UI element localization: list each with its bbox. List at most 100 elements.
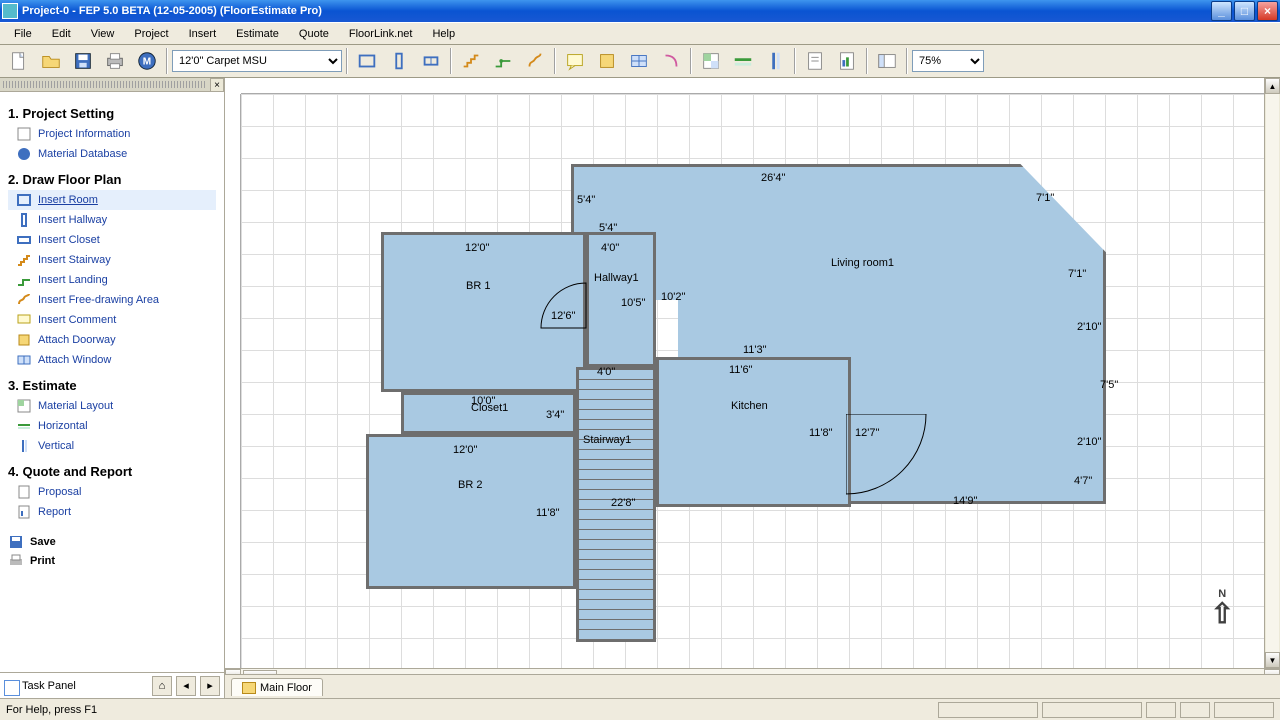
dim-264: 26'4" bbox=[761, 172, 785, 184]
item-insert-freedraw[interactable]: Insert Free-drawing Area bbox=[8, 290, 216, 310]
task-panel-footer: Task Panel ⌂ ◂ ▸ bbox=[0, 672, 224, 698]
floor-tab-main[interactable]: Main Floor bbox=[231, 678, 323, 696]
new-button[interactable] bbox=[4, 47, 34, 75]
app-icon bbox=[2, 3, 18, 19]
dim-113: 11'3" bbox=[743, 344, 767, 356]
material-select[interactable]: 12'0" Carpet MSU bbox=[172, 50, 342, 72]
dim-71b: 7'1" bbox=[1068, 268, 1086, 280]
material-layout-button[interactable] bbox=[696, 47, 726, 75]
dim-105: 10'5" bbox=[621, 297, 645, 309]
task-panel-back[interactable]: ◂ bbox=[176, 676, 196, 696]
dim-210a: 2'10" bbox=[1077, 321, 1101, 333]
status-text: For Help, press F1 bbox=[6, 704, 97, 716]
item-save[interactable]: Save bbox=[8, 534, 216, 550]
item-proposal[interactable]: Proposal bbox=[8, 482, 216, 502]
item-insert-hallway[interactable]: Insert Hallway bbox=[8, 210, 216, 230]
toolbar: M 12'0" Carpet MSU 75% bbox=[0, 44, 1280, 78]
task-panel-home[interactable]: ⌂ bbox=[152, 676, 172, 696]
dim-126: 12'6" bbox=[551, 310, 575, 322]
item-material-database[interactable]: Material Database bbox=[8, 144, 216, 164]
vertical-scrollbar[interactable]: ▲ ▼ bbox=[1264, 78, 1280, 668]
task-panel-close[interactable]: × bbox=[210, 78, 224, 92]
item-print[interactable]: Print bbox=[8, 553, 216, 569]
window-tool-button[interactable] bbox=[624, 47, 654, 75]
dim-118b: 11'8" bbox=[536, 507, 560, 519]
minimize-button[interactable]: _ bbox=[1211, 1, 1232, 21]
item-insert-closet[interactable]: Insert Closet bbox=[8, 230, 216, 250]
dim-54b: 5'4" bbox=[599, 222, 617, 234]
attach-opening-button[interactable] bbox=[656, 47, 686, 75]
item-project-information[interactable]: Project Information bbox=[8, 124, 216, 144]
report-button[interactable] bbox=[832, 47, 862, 75]
dim-127: 12'7" bbox=[855, 427, 879, 439]
menu-project[interactable]: Project bbox=[124, 25, 178, 43]
landing-tool-button[interactable] bbox=[488, 47, 518, 75]
zoom-select[interactable]: 75% bbox=[912, 50, 984, 72]
dim-120b: 12'0" bbox=[453, 444, 477, 456]
hallway-tool-button[interactable] bbox=[384, 47, 414, 75]
comment-tool-button[interactable] bbox=[560, 47, 590, 75]
item-insert-landing[interactable]: Insert Landing bbox=[8, 270, 216, 290]
drawing-area[interactable]: Living room1 Hallway1 BR 1 Closet1 Stair… bbox=[225, 78, 1280, 698]
group-quote-report: 4. Quote and Report bbox=[8, 464, 216, 479]
dim-100: 10'0" bbox=[471, 395, 495, 407]
menubar: File Edit View Project Insert Estimate Q… bbox=[0, 22, 1280, 44]
ruler-horizontal bbox=[241, 78, 1264, 94]
door-br1[interactable] bbox=[536, 278, 591, 333]
item-insert-stairway[interactable]: Insert Stairway bbox=[8, 250, 216, 270]
svg-text:M: M bbox=[143, 57, 151, 68]
close-button[interactable]: × bbox=[1257, 1, 1278, 21]
proposal-button[interactable] bbox=[800, 47, 830, 75]
item-attach-window[interactable]: Attach Window bbox=[8, 350, 216, 370]
folder-icon bbox=[242, 682, 256, 694]
dim-47: 4'7" bbox=[1074, 475, 1092, 487]
menu-insert[interactable]: Insert bbox=[179, 25, 227, 43]
view-mode-button[interactable] bbox=[872, 47, 902, 75]
label-living: Living room1 bbox=[831, 257, 894, 269]
menu-edit[interactable]: Edit bbox=[42, 25, 81, 43]
horizontal-layout-button[interactable] bbox=[728, 47, 758, 75]
vertical-layout-button[interactable] bbox=[760, 47, 790, 75]
freedraw-tool-button[interactable] bbox=[520, 47, 550, 75]
task-panel-fwd[interactable]: ▸ bbox=[200, 676, 220, 696]
status-bar: For Help, press F1 bbox=[0, 698, 1280, 720]
stairway-tool-button[interactable] bbox=[456, 47, 486, 75]
menu-view[interactable]: View bbox=[81, 25, 125, 43]
item-attach-doorway[interactable]: Attach Doorway bbox=[8, 330, 216, 350]
dim-102: 10'2" bbox=[661, 291, 685, 303]
task-panel-grip[interactable] bbox=[3, 81, 207, 88]
closet-tool-button[interactable] bbox=[416, 47, 446, 75]
task-panel-label: Task Panel bbox=[4, 680, 148, 692]
menu-floorlink[interactable]: FloorLink.net bbox=[339, 25, 423, 43]
window-title: Project-0 - FEP 5.0 BETA (12-05-2005) (F… bbox=[22, 5, 1211, 17]
group-draw-floor-plan: 2. Draw Floor Plan bbox=[8, 172, 216, 187]
item-insert-comment[interactable]: Insert Comment bbox=[8, 310, 216, 330]
dim-228: 22'8" bbox=[611, 497, 635, 509]
dim-71a: 7'1" bbox=[1036, 192, 1054, 204]
maximize-button[interactable]: □ bbox=[1234, 1, 1255, 21]
dim-40a: 4'0" bbox=[601, 242, 619, 254]
dim-116: 11'6" bbox=[729, 364, 753, 376]
menu-help[interactable]: Help bbox=[422, 25, 465, 43]
menu-file[interactable]: File bbox=[4, 25, 42, 43]
open-button[interactable] bbox=[36, 47, 66, 75]
item-report[interactable]: Report bbox=[8, 502, 216, 522]
item-material-layout[interactable]: Material Layout bbox=[8, 396, 216, 416]
dim-54a: 5'4" bbox=[577, 194, 595, 206]
item-vertical[interactable]: Vertical bbox=[8, 436, 216, 456]
menu-estimate[interactable]: Estimate bbox=[226, 25, 289, 43]
dim-149: 14'9" bbox=[953, 495, 977, 507]
compass-icon: N ⇧ bbox=[1211, 589, 1234, 628]
item-horizontal[interactable]: Horizontal bbox=[8, 416, 216, 436]
doorway-tool-button[interactable] bbox=[592, 47, 622, 75]
dim-120a: 12'0" bbox=[465, 242, 489, 254]
menu-quote[interactable]: Quote bbox=[289, 25, 339, 43]
material-db-button[interactable]: M bbox=[132, 47, 162, 75]
titlebar: Project-0 - FEP 5.0 BETA (12-05-2005) (F… bbox=[0, 0, 1280, 22]
print-button[interactable] bbox=[100, 47, 130, 75]
label-kitchen: Kitchen bbox=[731, 400, 768, 412]
group-estimate: 3. Estimate bbox=[8, 378, 216, 393]
item-insert-room[interactable]: Insert Room bbox=[8, 190, 216, 210]
save-button[interactable] bbox=[68, 47, 98, 75]
room-tool-button[interactable] bbox=[352, 47, 382, 75]
